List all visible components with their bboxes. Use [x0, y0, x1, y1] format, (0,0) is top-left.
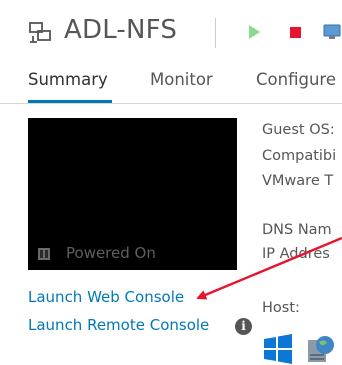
tab-summary[interactable]: Summary [28, 70, 108, 89]
dns-name-label: DNS Nam [262, 222, 332, 238]
compatibility-label: Compatibi [262, 148, 337, 164]
host-server-icon [308, 336, 334, 362]
host-label: Host: [262, 300, 300, 316]
windows-os-icon [264, 334, 292, 364]
console-thumbnail[interactable]: Powered On [28, 118, 237, 270]
ip-address-label: IP Addres [262, 246, 330, 262]
header-divider [215, 18, 216, 48]
vm-properties: Guest OS: Compatibi VMware T DNS Nam IP … [262, 0, 342, 365]
power-status: Powered On [66, 244, 156, 262]
power-on-icon[interactable] [249, 25, 260, 39]
vm-title: ADL-NFS [64, 15, 178, 45]
vm-status-icon [38, 248, 50, 260]
launch-web-console-link[interactable]: Launch Web Console [28, 288, 184, 306]
vm-icon [29, 22, 51, 43]
launch-remote-console-link[interactable]: Launch Remote Console [28, 316, 209, 334]
vmware-tools-label: VMware T [262, 173, 334, 189]
guest-os-label: Guest OS: [262, 122, 335, 138]
tab-monitor[interactable]: Monitor [150, 70, 213, 89]
info-icon[interactable]: i [235, 318, 252, 335]
